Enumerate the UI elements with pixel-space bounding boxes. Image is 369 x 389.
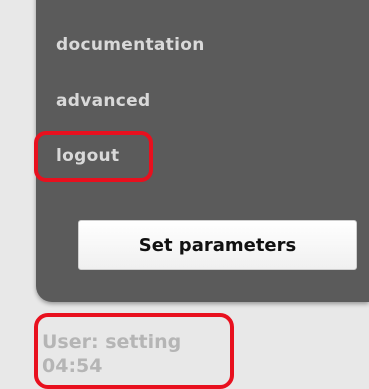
menu-item-documentation[interactable]: documentation (56, 35, 205, 55)
user-status-highlight-outline (34, 313, 234, 389)
set-parameters-button[interactable]: Set parameters (78, 220, 357, 270)
logout-highlight-outline (34, 131, 153, 182)
menu-item-advanced[interactable]: advanced (56, 91, 150, 111)
